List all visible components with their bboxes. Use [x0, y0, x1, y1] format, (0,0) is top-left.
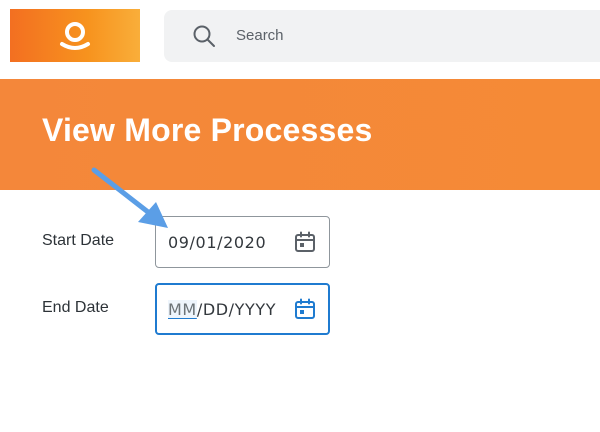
workday-logo-icon	[60, 21, 90, 50]
top-bar: Search	[0, 0, 600, 78]
year-segment[interactable]: YYYY	[235, 300, 277, 319]
end-date-label: End Date	[42, 299, 109, 316]
calendar-icon[interactable]	[293, 230, 317, 254]
end-date-placeholder[interactable]: MM/DD/YYYY	[168, 300, 276, 319]
search-icon	[193, 25, 215, 47]
search-bar[interactable]: Search	[164, 10, 600, 62]
home-logo-button[interactable]	[10, 9, 140, 62]
pointer-arrow-icon	[91, 167, 168, 228]
day-segment[interactable]: DD	[203, 300, 229, 319]
calendar-icon[interactable]	[293, 297, 317, 321]
month-segment[interactable]: MM	[168, 300, 197, 319]
search-input[interactable]: Search	[236, 27, 284, 44]
page-title: View More Processes	[42, 112, 373, 148]
end-date-field[interactable]: MM/DD/YYYY	[155, 283, 330, 335]
